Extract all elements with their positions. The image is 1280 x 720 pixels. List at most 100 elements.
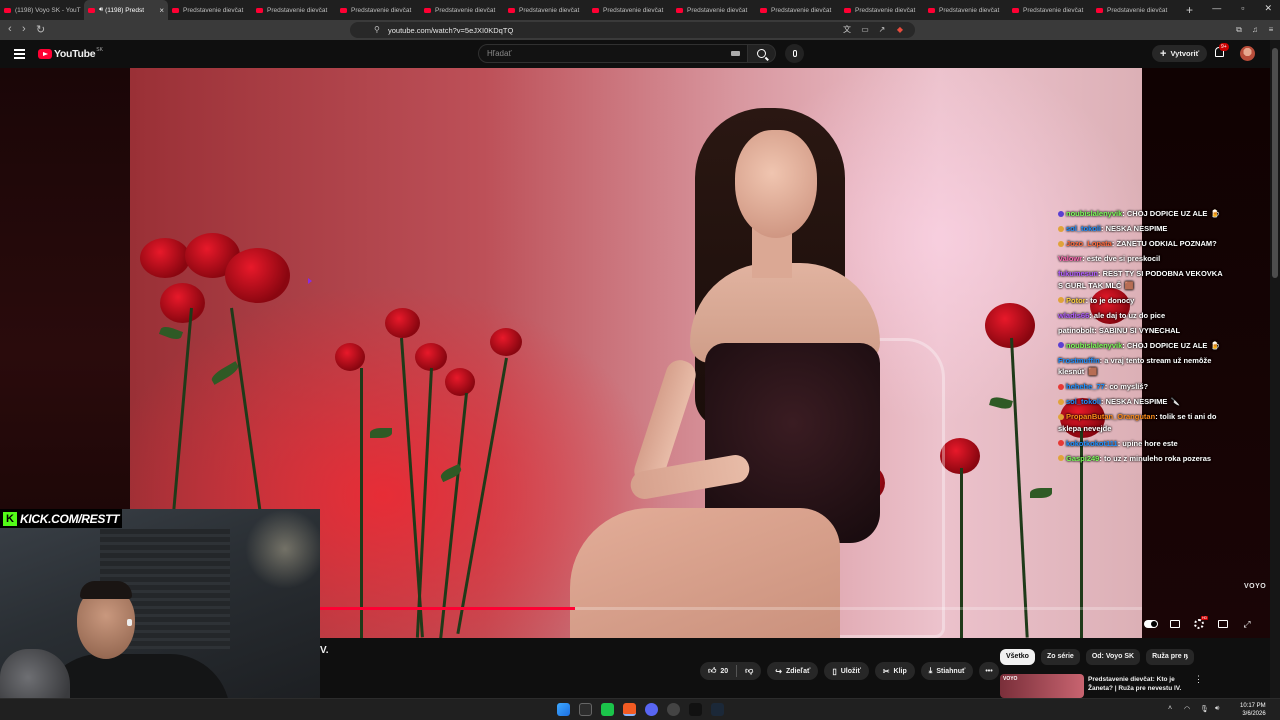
- clip-button[interactable]: ✂ Klip: [874, 662, 915, 680]
- chevron-right-icon[interactable]: ›: [1185, 652, 1188, 663]
- save-label: Uložiť: [840, 667, 861, 675]
- network-icon[interactable]: ◠: [1184, 705, 1190, 713]
- browser-tab[interactable]: Predstavenie dievčat: [420, 0, 504, 20]
- menu-icon[interactable]: ≡: [1266, 25, 1276, 35]
- media-icon[interactable]: ♫: [1250, 25, 1260, 35]
- audio-playing-icon[interactable]: 🔊︎: [99, 6, 103, 14]
- gear-icon: [1194, 616, 1208, 629]
- tab-title: (1198) Predst: [105, 6, 145, 14]
- download-button[interactable]: ⤓ Stiahnuť: [920, 662, 974, 680]
- capcut-icon[interactable]: [689, 703, 702, 716]
- notifications-button[interactable]: 9+: [1212, 43, 1229, 60]
- more-vert-icon[interactable]: ⋮: [1194, 674, 1203, 685]
- thumbs-up-icon[interactable]: 👍︎: [708, 666, 716, 676]
- browser-tab[interactable]: Predstavenie dievčat: [588, 0, 672, 20]
- tab-title: Predstavenie dievčat: [939, 6, 1000, 14]
- forward-icon[interactable]: ›: [22, 23, 26, 35]
- guide-menu-icon[interactable]: [14, 49, 25, 59]
- back-icon[interactable]: ‹: [8, 23, 12, 35]
- create-button[interactable]: + Vytvoriť: [1152, 45, 1208, 62]
- url-text: youtube.com/watch?v=5eJXI0KDqTQ: [388, 25, 514, 35]
- youtube-favicon-icon: [256, 7, 263, 13]
- chat-message: sol_tokoli: NESKA NESPIME: [1058, 223, 1228, 235]
- recommendation-thumbnail[interactable]: VOYO: [1000, 674, 1084, 698]
- recommendation-title[interactable]: Predstavenie dievčat: Kto je Žaneta? | R…: [1088, 675, 1198, 693]
- settings-button[interactable]: [1192, 616, 1208, 629]
- chat-emote-icon: 🟫: [1124, 280, 1134, 290]
- browser-tab[interactable]: Predstavenie dievčat: [168, 0, 252, 20]
- address-bar[interactable]: ⚲ youtube.com/watch?v=5eJXI0KDqTQ: [350, 22, 915, 38]
- browser-tab[interactable]: Predstavenie dievčat: [924, 0, 1008, 20]
- thumbs-down-icon[interactable]: 👎︎: [745, 666, 753, 676]
- chat-username: PropanButan_Orangutan: [1066, 412, 1156, 421]
- more-actions-button[interactable]: •••: [979, 662, 999, 680]
- speaker-icon[interactable]: 🔊︎: [1215, 705, 1219, 713]
- filter-chip[interactable]: Zo série: [1040, 649, 1080, 665]
- chat-username: patinobolt: [1058, 325, 1095, 335]
- browser-tab[interactable]: Predstavenie dievčat: [840, 0, 924, 20]
- browser-tab[interactable]: Predstavenie dievčat: [504, 0, 588, 20]
- new-tab-button[interactable]: +: [1186, 3, 1193, 17]
- filter-chip[interactable]: Od: Voyo SK: [1085, 649, 1141, 665]
- filter-chip[interactable]: Všetko: [1000, 649, 1035, 665]
- browser-tab[interactable]: Predstavenie dievčat: [336, 0, 420, 20]
- kick-logo-icon: K: [3, 511, 17, 526]
- chat-username: hehehe_77: [1066, 382, 1105, 391]
- browser-tab[interactable]: Predstavenie dievčat: [1092, 0, 1176, 20]
- mouse-cursor-icon: [308, 278, 312, 284]
- discord-icon[interactable]: [645, 703, 658, 716]
- autoplay-toggle[interactable]: [1144, 619, 1158, 629]
- subtitles-button[interactable]: [1168, 619, 1182, 629]
- miniplayer-button[interactable]: [1216, 619, 1230, 629]
- page-scrollbar[interactable]: [1270, 40, 1280, 700]
- youtube-logo[interactable]: YouTube SK: [38, 47, 103, 60]
- translate-icon[interactable]: 文: [842, 25, 852, 35]
- maximize-icon[interactable]: ▫: [1241, 3, 1244, 14]
- browser-tab[interactable]: 🔊︎ (1198) Predst ×: [84, 0, 168, 20]
- chat-text: co myslíš?: [1109, 382, 1149, 391]
- microphone-tray-icon[interactable]: 🎙︎: [1200, 705, 1209, 713]
- avatar[interactable]: [1240, 46, 1255, 61]
- site-info-icon[interactable]: ⚲: [374, 26, 382, 34]
- start-icon[interactable]: [557, 703, 570, 716]
- scrollbar-thumb[interactable]: [1272, 48, 1278, 278]
- tray-chevron-icon[interactable]: ˄: [1168, 705, 1172, 712]
- kick-app-icon[interactable]: [601, 703, 614, 716]
- chat-username: fukumesun: [1058, 269, 1099, 278]
- browser-tab[interactable]: Predstavenie dievčat: [672, 0, 756, 20]
- steam-icon[interactable]: [711, 703, 724, 716]
- browser-tab[interactable]: (1198) Voyo SK - YouT: [0, 0, 84, 20]
- bookmark-save-icon: ▯: [832, 666, 837, 676]
- recommendation-item[interactable]: VOYO Predstavenie dievčat: Kto je Žaneta…: [1000, 674, 1260, 698]
- close-tab-icon[interactable]: ×: [159, 6, 164, 15]
- chat-badge-icon: [1058, 455, 1064, 461]
- task-view-icon[interactable]: [579, 703, 592, 716]
- browser-tab[interactable]: Predstavenie dievčat: [1008, 0, 1092, 20]
- brave-browser-icon[interactable]: [623, 703, 636, 716]
- cast-icon[interactable]: ▭: [860, 25, 870, 35]
- chat-message: sol_tokoli: NESKA NESPIME 🔪: [1058, 396, 1228, 408]
- search-button[interactable]: [748, 44, 776, 63]
- share-page-icon[interactable]: ↗: [877, 25, 887, 35]
- country-code: SK: [96, 47, 103, 53]
- extensions-icon[interactable]: ⧉: [1234, 25, 1244, 35]
- reload-icon[interactable]: ↻: [36, 23, 45, 36]
- minimize-icon[interactable]: —: [1212, 3, 1221, 14]
- fullscreen-button[interactable]: ⤢: [1240, 619, 1254, 629]
- save-button[interactable]: ▯ Uložiť: [824, 662, 869, 680]
- brave-shield-icon[interactable]: ◆: [895, 25, 905, 35]
- browser-tab[interactable]: Predstavenie dievčat: [252, 0, 336, 20]
- obs-icon[interactable]: [667, 703, 680, 716]
- chat-username: kokotkokot111: [1066, 438, 1118, 448]
- progress-bar[interactable]: [320, 607, 1142, 610]
- voice-search-button[interactable]: [785, 44, 804, 63]
- search-input[interactable]: Hľadať: [478, 44, 748, 63]
- system-clock[interactable]: 10:17 PM 3/6/2026: [1240, 702, 1266, 718]
- share-button[interactable]: ↪ Zdieľať: [767, 662, 819, 680]
- youtube-favicon-icon: [172, 7, 179, 13]
- chat-badge-icon: [1058, 240, 1064, 247]
- keyboard-icon[interactable]: [731, 51, 740, 56]
- browser-tab[interactable]: Predstavenie dievčat: [756, 0, 840, 20]
- close-window-icon[interactable]: ✕: [1264, 3, 1272, 14]
- like-count[interactable]: 20: [720, 668, 728, 675]
